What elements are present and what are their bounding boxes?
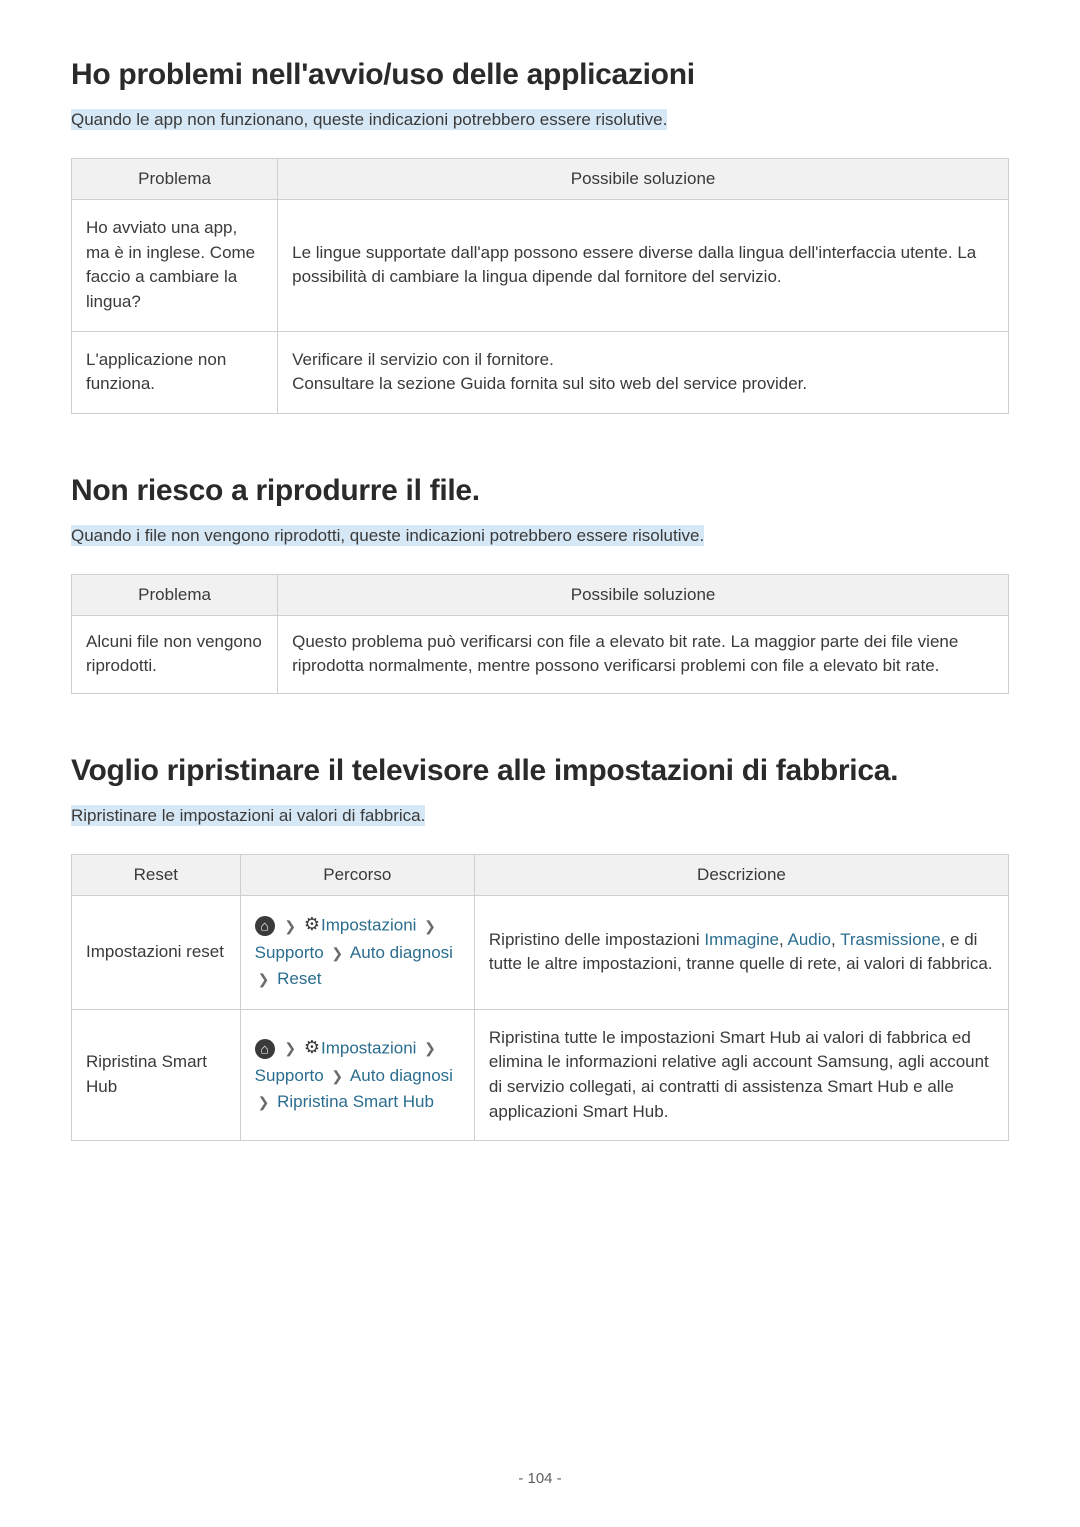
cell-problem: Ho avviato una app, ma è in inglese. Com…	[72, 200, 278, 332]
path-autodiagnosi: Auto diagnosi	[350, 1066, 453, 1085]
chevron-right-icon: ❯	[424, 1040, 436, 1056]
th-soluzione: Possibile soluzione	[278, 574, 1009, 615]
table-row: Alcuni file non vengono riprodotti. Ques…	[72, 615, 1009, 693]
chevron-right-icon: ❯	[284, 1040, 296, 1056]
path-supporto: Supporto	[255, 943, 324, 962]
solution-line1: Verificare il servizio con il fornitore.	[292, 348, 994, 373]
th-problema: Problema	[72, 159, 278, 200]
chevron-right-icon: ❯	[424, 918, 436, 934]
cell-solution: Verificare il servizio con il fornitore.…	[278, 331, 1009, 413]
section1-table: Problema Possibile soluzione Ho avviato …	[71, 158, 1009, 414]
th-soluzione: Possibile soluzione	[278, 159, 1009, 200]
th-percorso: Percorso	[240, 855, 474, 896]
chevron-right-icon: ❯	[258, 1094, 270, 1110]
path-ripristina-smart-hub: Ripristina Smart Hub	[277, 1092, 434, 1111]
cell-descrizione: Ripristina tutte le impostazioni Smart H…	[474, 1009, 1008, 1141]
link-immagine: Immagine	[704, 930, 779, 949]
link-audio: Audio	[788, 930, 831, 949]
sep: ,	[779, 930, 788, 949]
section3-title: Voglio ripristinare il televisore alle i…	[71, 754, 1009, 788]
chevron-right-icon: ❯	[284, 918, 296, 934]
home-icon	[255, 1039, 275, 1059]
section2-table: Problema Possibile soluzione Alcuni file…	[71, 574, 1009, 694]
gear-icon	[304, 1038, 321, 1057]
desc-prefix: Ripristino delle impostazioni	[489, 930, 704, 949]
section3-table: Reset Percorso Descrizione Impostazioni …	[71, 854, 1009, 1141]
path-impostazioni: Impostazioni	[321, 916, 416, 935]
page-number: - 104 -	[0, 1470, 1080, 1487]
chevron-right-icon: ❯	[258, 971, 270, 987]
chevron-right-icon: ❯	[331, 1068, 343, 1084]
section1-subtitle: Quando le app non funzionano, queste ind…	[71, 109, 667, 130]
th-reset: Reset	[72, 855, 241, 896]
path-supporto: Supporto	[255, 1066, 324, 1085]
table-row: Ripristina Smart Hub ❯ Impostazioni ❯ Su…	[72, 1009, 1009, 1141]
cell-percorso: ❯ Impostazioni ❯ Supporto ❯ Auto diagnos…	[240, 896, 474, 1010]
path-autodiagnosi: Auto diagnosi	[350, 943, 453, 962]
gear-icon	[304, 916, 321, 935]
section1-title: Ho problemi nell'avvio/uso delle applica…	[71, 58, 1009, 92]
sep: ,	[831, 930, 840, 949]
table-row: Impostazioni reset ❯ Impostazioni ❯ Supp…	[72, 896, 1009, 1010]
table-row: Ho avviato una app, ma è in inglese. Com…	[72, 200, 1009, 332]
home-icon	[255, 916, 275, 936]
cell-descrizione: Ripristino delle impostazioni Immagine, …	[474, 896, 1008, 1010]
section3-subtitle: Ripristinare le impostazioni ai valori d…	[71, 805, 425, 826]
section2-title: Non riesco a riprodurre il file.	[71, 474, 1009, 508]
cell-reset: Impostazioni reset	[72, 896, 241, 1010]
cell-problem: Alcuni file non vengono riprodotti.	[72, 615, 278, 693]
link-trasmissione: Trasmissione	[840, 930, 940, 949]
th-problema: Problema	[72, 574, 278, 615]
section2-subtitle: Quando i file non vengono riprodotti, qu…	[71, 525, 704, 546]
path-impostazioni: Impostazioni	[321, 1038, 416, 1057]
th-descrizione: Descrizione	[474, 855, 1008, 896]
chevron-right-icon: ❯	[331, 945, 343, 961]
cell-solution: Le lingue supportate dall'app possono es…	[278, 200, 1009, 332]
cell-percorso: ❯ Impostazioni ❯ Supporto ❯ Auto diagnos…	[240, 1009, 474, 1141]
path-reset: Reset	[277, 969, 321, 988]
table-row: L'applicazione non funziona. Verificare …	[72, 331, 1009, 413]
cell-reset: Ripristina Smart Hub	[72, 1009, 241, 1141]
cell-solution: Questo problema può verificarsi con file…	[278, 615, 1009, 693]
cell-problem: L'applicazione non funziona.	[72, 331, 278, 413]
solution-line2: Consultare la sezione Guida fornita sul …	[292, 372, 994, 397]
